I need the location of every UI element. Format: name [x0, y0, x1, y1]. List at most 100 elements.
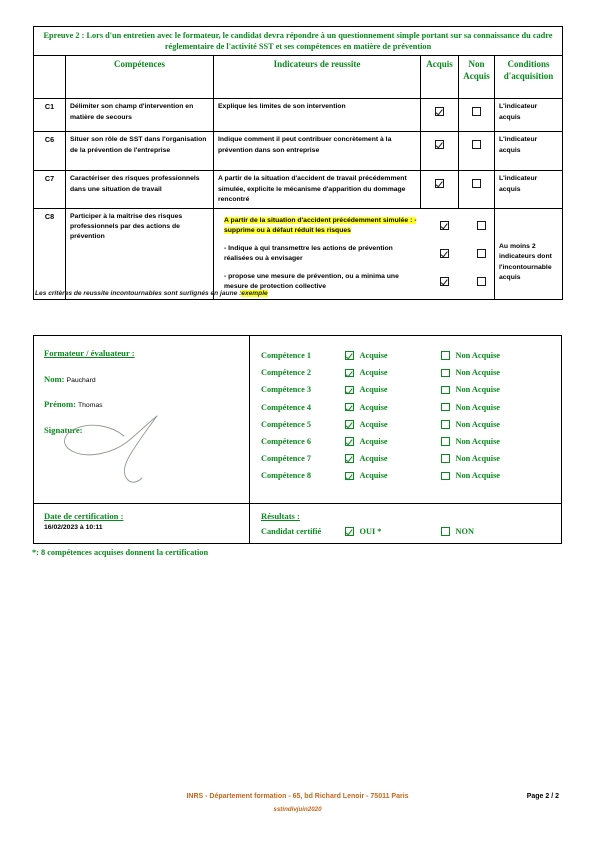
checkbox-non-acquis-c8-1[interactable] — [476, 249, 486, 259]
checkbox-non-acquis-c6-0[interactable] — [472, 139, 481, 149]
acquise-option-5[interactable]: Acquise — [345, 420, 441, 429]
header-non-acquis: Non Acquis — [458, 55, 495, 100]
checkbox-acquis-c8-2[interactable] — [439, 277, 449, 287]
checkbox-cell-acquis-c6[interactable] — [420, 131, 459, 172]
non-acquise-option-4[interactable]: Non Acquise — [441, 403, 500, 412]
checkbox-non-acquis-c8-0[interactable] — [476, 221, 486, 231]
non-option[interactable]: NON — [441, 527, 474, 536]
header-acquis: Acquis — [420, 55, 459, 100]
form-top-section: Formateur / évaluateur : Nom: Pauchard Pr… — [34, 336, 561, 504]
nom-value[interactable]: Pauchard — [67, 377, 96, 384]
checkbox-non-acquise-1[interactable] — [441, 351, 450, 360]
acquise-option-6[interactable]: Acquise — [345, 437, 441, 446]
note-example-highlight: exemple — [241, 290, 268, 297]
checkbox-cell-acquis-c8-2[interactable] — [425, 268, 463, 296]
oui-option[interactable]: OUI * — [345, 527, 441, 536]
certification-form: Formateur / évaluateur : Nom: Pauchard Pr… — [33, 335, 562, 544]
checkbox-acquise-3[interactable] — [345, 385, 354, 395]
checkbox-non-acquise-2[interactable] — [441, 368, 450, 378]
acquise-option-4[interactable]: Acquise — [345, 403, 441, 412]
checkbox-acquise-5[interactable] — [345, 420, 354, 429]
c8-indicator-row-0: A partir de la situation d'accident préc… — [218, 212, 499, 240]
row-indicator-c7-0: A partir de la situation d'accident de t… — [213, 170, 421, 209]
table-row: C8 Participer à la maîtrise des risques … — [33, 207, 564, 300]
header-code — [33, 55, 66, 100]
checkbox-oui[interactable] — [345, 527, 354, 536]
competence-label-7: Compétence 7 — [261, 454, 311, 464]
competence-label-1: Compétence 1 — [261, 351, 311, 361]
acquise-option-7[interactable]: Acquise — [345, 454, 441, 463]
checkbox-non-acquise-8[interactable] — [441, 471, 450, 481]
checkbox-acquise-1[interactable] — [345, 351, 354, 360]
header-competences: Compétences — [65, 55, 214, 100]
competences-checklist: Compétence 1 Acquise Non Acquise Compéte… — [250, 336, 561, 503]
acquise-label-5: Acquise — [359, 419, 388, 429]
non-acquise-option-3[interactable]: Non Acquise — [441, 385, 500, 394]
checkbox-cell-acquis-c1[interactable] — [420, 98, 459, 133]
checkbox-non-acquis-c8-2[interactable] — [476, 277, 486, 287]
acquise-label-6: Acquise — [359, 437, 388, 447]
competence-label-5: Compétence 5 — [261, 419, 311, 429]
checkbox-non-acquise-3[interactable] — [441, 385, 450, 395]
checkbox-cell-non-acquis-c7[interactable] — [458, 170, 495, 209]
checkbox-acquise-2[interactable] — [345, 368, 354, 378]
checkbox-non[interactable] — [441, 527, 450, 536]
checkbox-non-acquis-c1-0[interactable] — [472, 106, 481, 116]
table-row: C7 Caractériser des risques professionne… — [33, 170, 564, 209]
checkbox-non-acquis-c7-0[interactable] — [472, 178, 481, 188]
checkbox-acquis-c8-1[interactable] — [439, 249, 449, 259]
header-indicateurs: Indicateurs de reussite — [213, 55, 421, 100]
acquise-label-7: Acquise — [359, 454, 388, 464]
non-acquise-label-1: Non Acquise — [455, 351, 501, 361]
list-item: Compétence 8 Acquise Non Acquise — [261, 467, 561, 484]
acquise-label-4: Acquise — [359, 402, 388, 412]
date-value[interactable]: 16/02/2023 à 10:11 — [44, 524, 249, 531]
footer-organization: INRS - Département formation - 65, bd Ri… — [186, 793, 409, 800]
non-acquise-label-6: Non Acquise — [455, 437, 501, 447]
row-indicator-c6-0: Indique comment il peut contribuer concr… — [213, 131, 421, 172]
non-acquise-option-2[interactable]: Non Acquise — [441, 368, 500, 377]
acquise-option-3[interactable]: Acquise — [345, 385, 441, 394]
checkbox-cell-non-acquis-c6[interactable] — [458, 131, 495, 172]
oui-label: OUI * — [359, 527, 382, 536]
checkbox-non-acquise-6[interactable] — [441, 437, 450, 446]
checkbox-cell-non-acquis-c1[interactable] — [458, 98, 495, 133]
competence-label-2: Compétence 2 — [261, 368, 311, 378]
checkbox-non-acquise-4[interactable] — [441, 402, 450, 412]
exam-title: Epreuve 2 : Lors d'un entretien avec le … — [32, 25, 564, 57]
checkbox-cell-acquis-c8-1[interactable] — [425, 240, 463, 268]
non-acquise-label-2: Non Acquise — [455, 368, 501, 378]
competence-label-8: Compétence 8 — [261, 471, 311, 481]
non-acquise-option-6[interactable]: Non Acquise — [441, 437, 500, 446]
acquise-option-2[interactable]: Acquise — [345, 368, 441, 377]
checkbox-non-acquise-7[interactable] — [441, 454, 450, 463]
checkbox-non-acquise-5[interactable] — [441, 420, 450, 429]
table-header-row: Compétences Indicateurs de reussite Acqu… — [33, 55, 564, 100]
checkbox-acquis-c7-0[interactable] — [435, 178, 444, 188]
checkbox-acquis-c1-0[interactable] — [435, 106, 444, 116]
non-acquise-option-1[interactable]: Non Acquise — [441, 351, 500, 360]
acquise-option-1[interactable]: Acquise — [345, 351, 441, 360]
checkbox-acquis-c6-0[interactable] — [435, 139, 444, 149]
row-indicator-c8-1: - Indique à qui transmettre les actions … — [224, 244, 393, 262]
checkbox-cell-acquis-c8-0[interactable] — [425, 212, 463, 240]
list-item: Compétence 2 Acquise Non Acquise — [261, 364, 561, 381]
acquise-label-3: Acquise — [359, 385, 388, 395]
checkbox-acquise-6[interactable] — [345, 437, 354, 446]
non-acquise-option-5[interactable]: Non Acquise — [441, 420, 500, 429]
checkbox-acquis-c8-0[interactable] — [439, 221, 449, 231]
checkbox-acquise-4[interactable] — [345, 402, 354, 412]
signature-area[interactable] — [52, 398, 227, 493]
row-indicator-c1-0: Explique les limites de son intervention — [213, 98, 421, 133]
non-label: NON — [455, 527, 474, 536]
checkbox-acquise-7[interactable] — [345, 454, 354, 463]
competence-label-6: Compétence 6 — [261, 437, 311, 447]
acquise-option-8[interactable]: Acquise — [345, 471, 441, 480]
highlighted-indicator-text: A partir de la situation d'accident préc… — [224, 216, 417, 234]
table-row: C6 Situer son rôle de SST dans l'organis… — [33, 131, 564, 172]
checkbox-acquise-8[interactable] — [345, 471, 354, 481]
non-acquise-option-8[interactable]: Non Acquise — [441, 471, 500, 480]
checkbox-cell-acquis-c7[interactable] — [420, 170, 459, 209]
list-item: Compétence 5 Acquise Non Acquise — [261, 416, 561, 433]
non-acquise-option-7[interactable]: Non Acquise — [441, 454, 500, 463]
